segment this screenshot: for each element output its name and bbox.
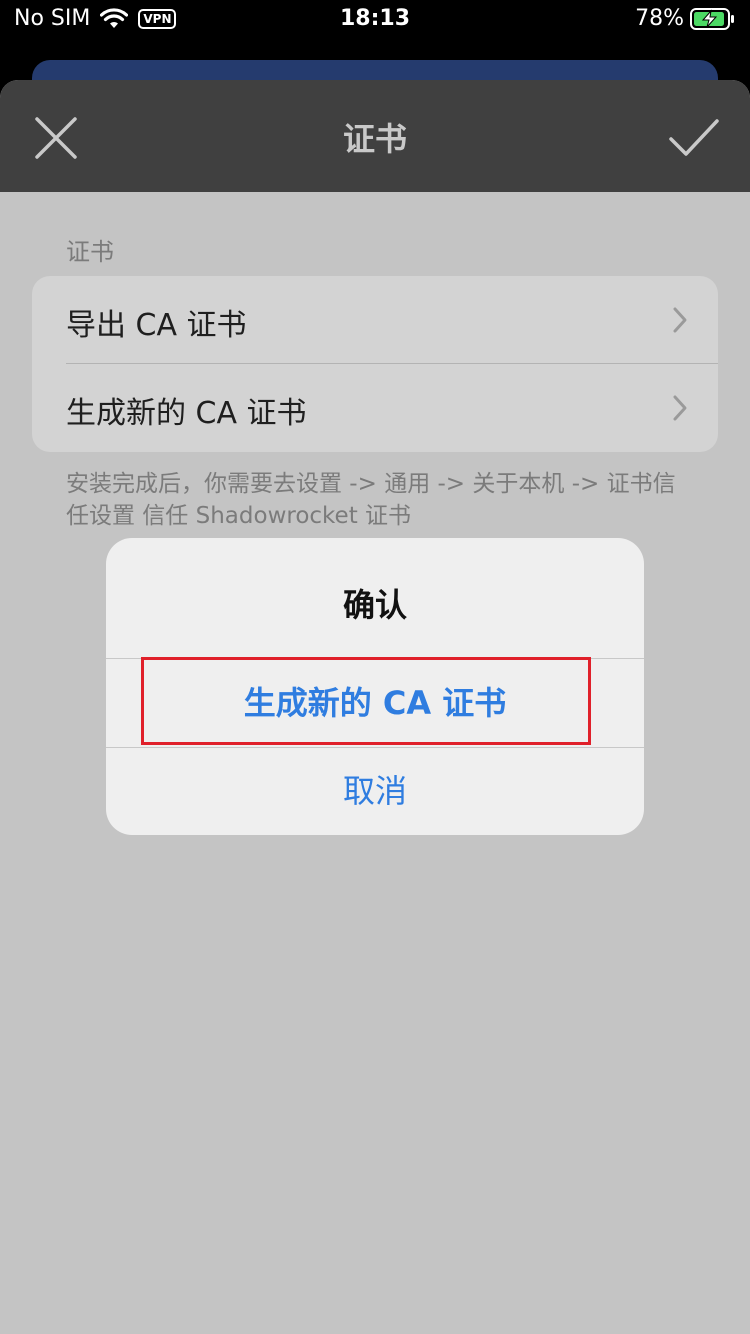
status-bar: No SIM VPN 18:13 78% <box>0 0 750 40</box>
nav-bar: 证书 <box>0 80 750 192</box>
section-footer-note: 安装完成后，你需要去设置 -> 通用 -> 关于本机 -> 证书信任设置 信任 … <box>66 471 676 529</box>
highlight-annotation-box <box>141 657 591 745</box>
status-right: 78% <box>635 6 736 31</box>
generate-ca-label: 生成新的 CA 证书 <box>66 396 307 431</box>
export-ca-row[interactable]: 导出 CA 证书 <box>32 276 718 364</box>
page-title: 证书 <box>342 120 407 158</box>
chevron-right-icon <box>673 395 687 421</box>
chevron-right-icon <box>673 307 687 333</box>
certificate-group: 导出 CA 证书 生成新的 CA 证书 <box>32 276 718 452</box>
cancel-button[interactable]: 取消 <box>106 748 644 835</box>
alert-title: 确认 <box>342 586 407 624</box>
battery-charging-icon <box>690 7 734 30</box>
checkmark-icon[interactable] <box>668 118 720 158</box>
battery-percent: 78% <box>635 6 684 31</box>
generate-ca-row[interactable]: 生成新的 CA 证书 <box>32 364 718 452</box>
section-header: 证书 <box>66 238 114 266</box>
export-ca-label: 导出 CA 证书 <box>66 308 247 343</box>
